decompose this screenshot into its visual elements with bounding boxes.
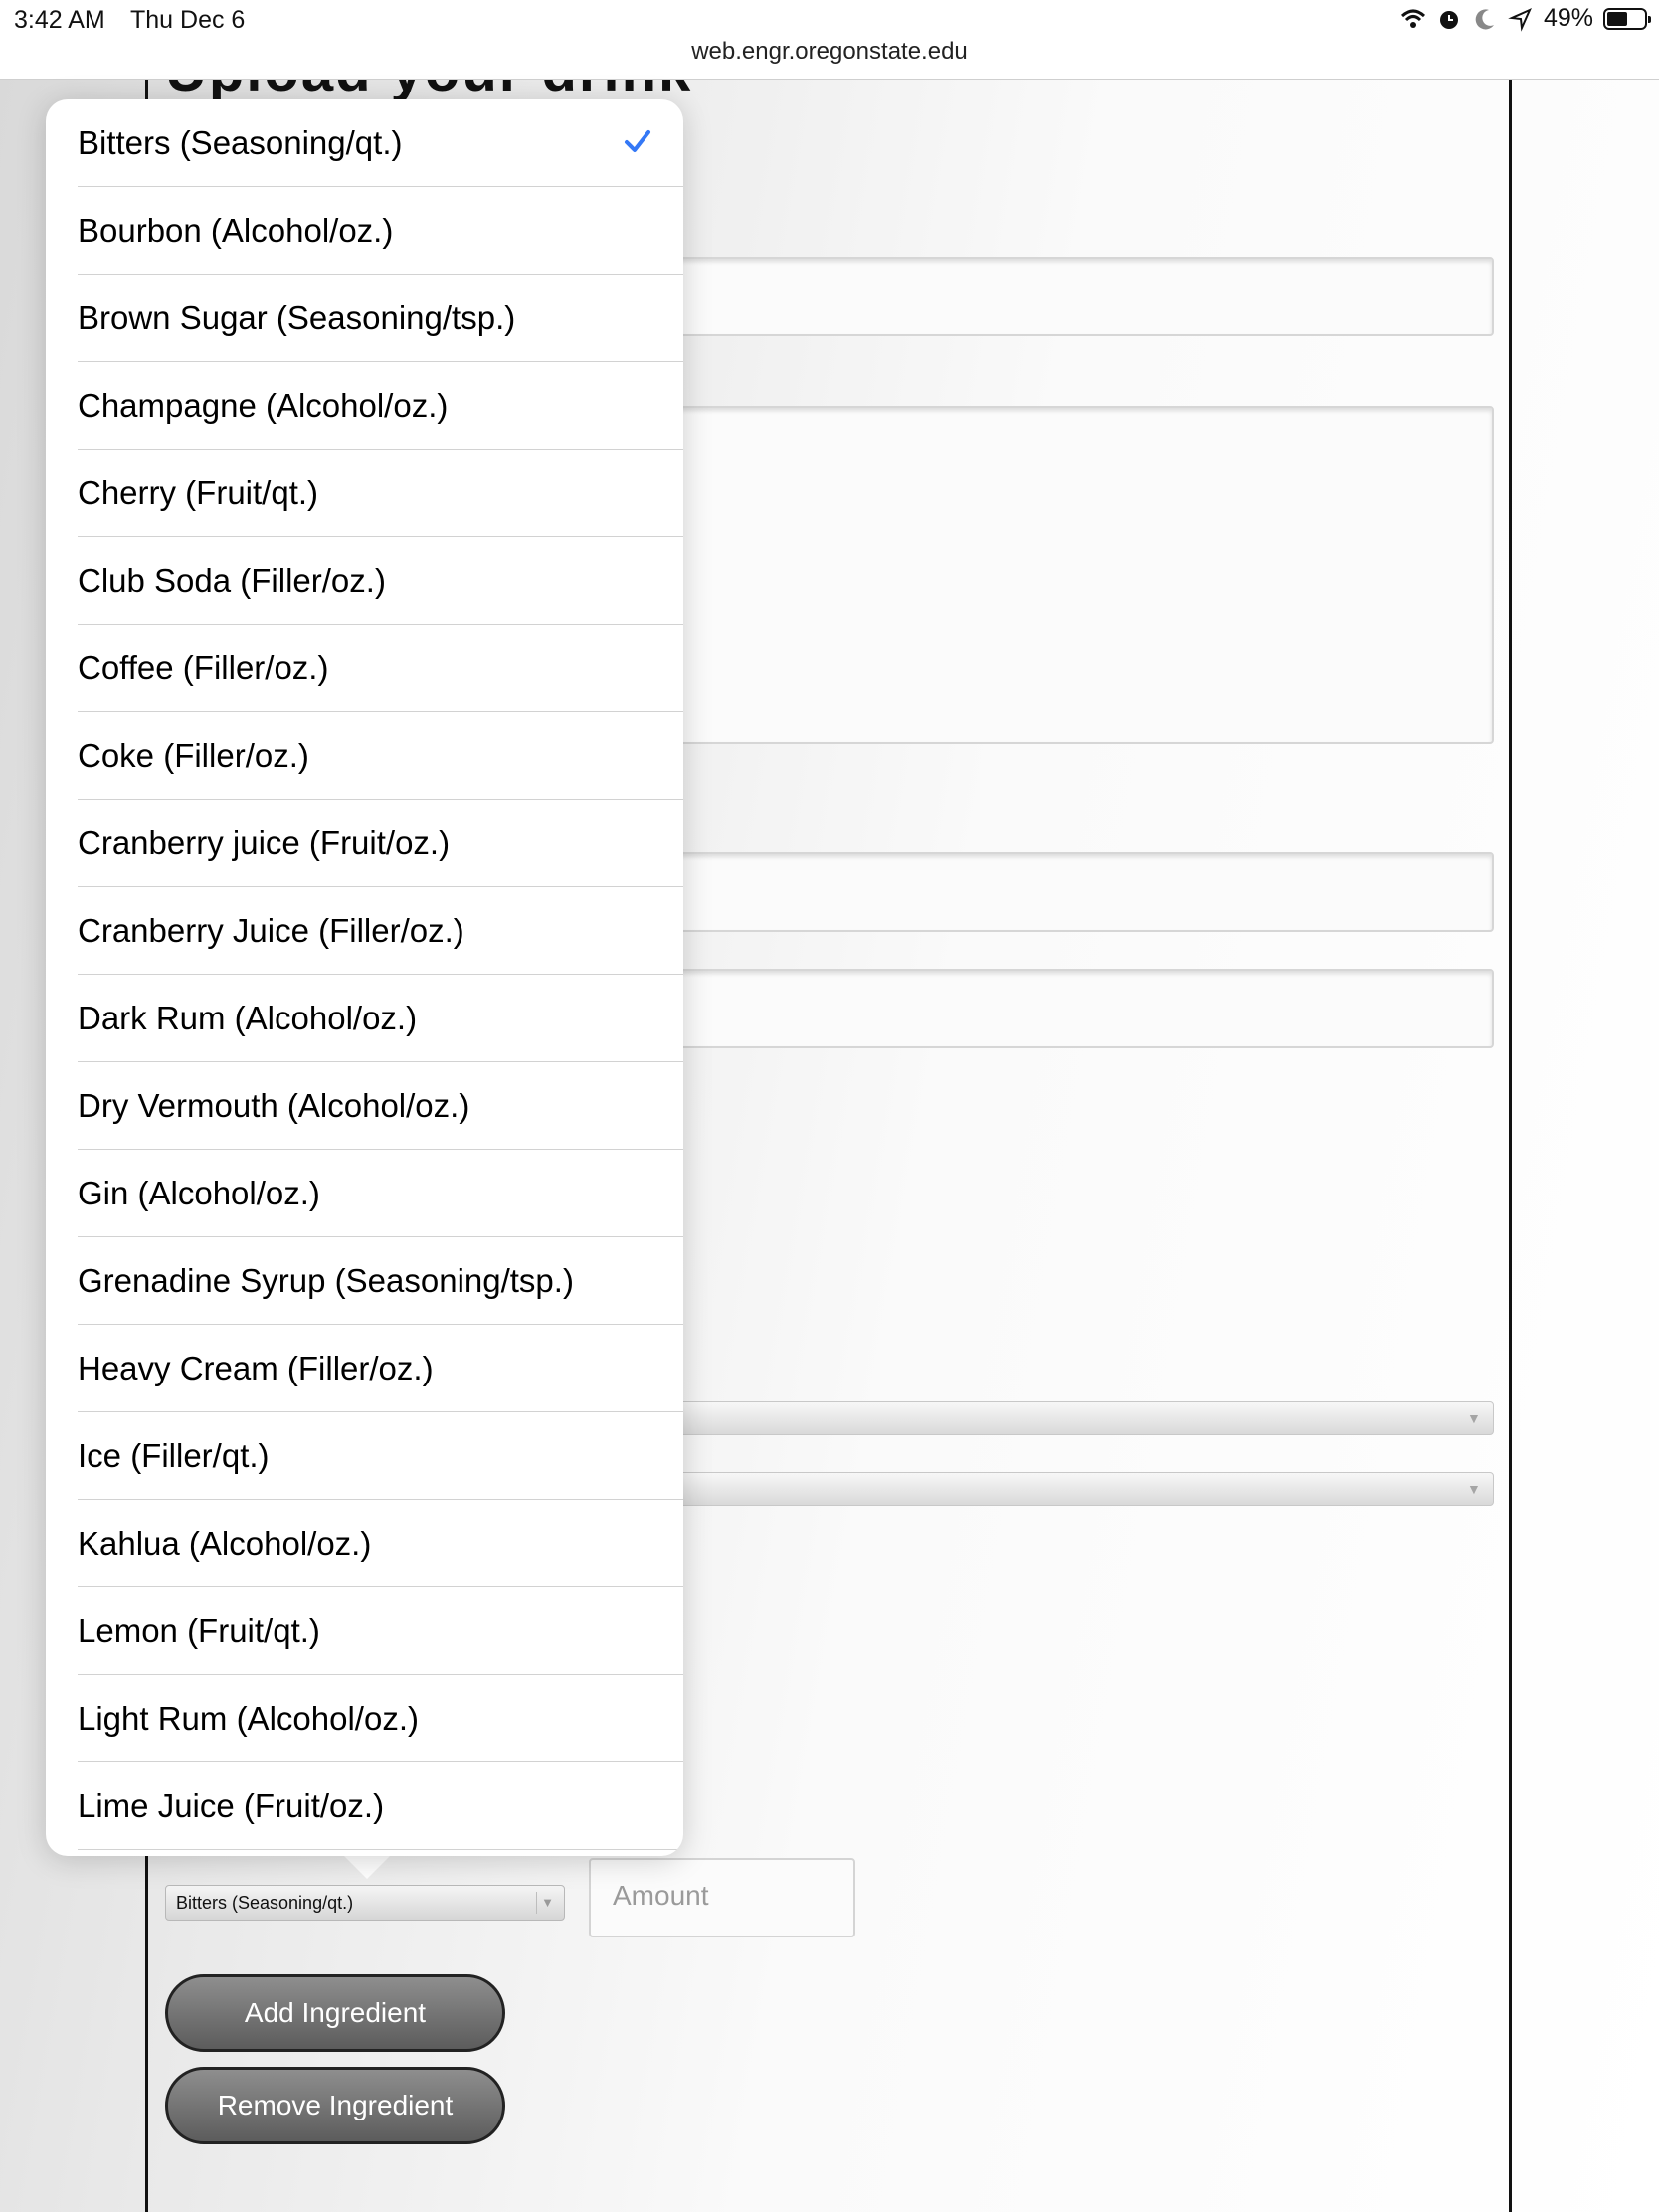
dropdown-option-label: Coffee (Filler/oz.): [78, 649, 329, 686]
dropdown-option-label: Cranberry juice (Fruit/oz.): [78, 825, 451, 861]
dropdown-option-label: Cherry (Fruit/qt.): [78, 474, 319, 511]
dropdown-option[interactable]: Cranberry Juice (Filler/oz.): [78, 887, 683, 975]
dropdown-option[interactable]: Dry Vermouth (Alcohol/oz.): [78, 1062, 683, 1150]
ingredient-select[interactable]: Bitters (Seasoning/qt.) ▼: [165, 1885, 565, 1921]
dropdown-option-label: Lime Juice (Fruit/oz.): [78, 1787, 385, 1824]
text-field-4[interactable]: [637, 969, 1494, 1048]
dropdown-option-label: Ice (Filler/qt.): [78, 1437, 270, 1474]
dropdown-option[interactable]: Kahlua (Alcohol/oz.): [78, 1500, 683, 1587]
dropdown-option[interactable]: Cranberry juice (Fruit/oz.): [78, 800, 683, 887]
moon-icon: [1475, 8, 1494, 29]
remove-ingredient-button[interactable]: Remove Ingredient: [165, 2067, 505, 2144]
dropdown-option[interactable]: Lemon (Fruit/qt.): [78, 1587, 683, 1675]
dropdown-option[interactable]: Light Rum (Alcohol/oz.): [78, 1675, 683, 1762]
battery-percent: 49%: [1543, 4, 1593, 32]
dropdown-option-label: Bitters (Seasoning/qt.): [78, 124, 403, 161]
text-field-3[interactable]: [637, 852, 1494, 932]
dropdown-option-label: Cranberry Juice (Filler/oz.): [78, 912, 464, 949]
dropdown-option[interactable]: Dark Rum (Alcohol/oz.): [78, 975, 683, 1062]
amount-input[interactable]: Amount: [589, 1858, 855, 1937]
name-field[interactable]: [637, 257, 1494, 336]
dropdown-option-label: Coke (Filler/oz.): [78, 737, 309, 774]
add-ingredient-button[interactable]: Add Ingredient: [165, 1974, 505, 2052]
status-icons: 49%: [1400, 4, 1651, 33]
dropdown-option-label: Club Soda (Filler/oz.): [78, 562, 386, 599]
dropdown-option-label: Champagne (Alcohol/oz.): [78, 387, 449, 424]
dropdown-option[interactable]: Brown Sugar (Seasoning/tsp.): [78, 275, 683, 362]
dropdown-option[interactable]: Champagne (Alcohol/oz.): [78, 362, 683, 450]
dropdown-option[interactable]: Bourbon (Alcohol/oz.): [78, 187, 683, 275]
dropdown-option[interactable]: Grenadine Syrup (Seasoning/tsp.): [78, 1237, 683, 1325]
description-field[interactable]: [637, 406, 1494, 744]
ingredient-select-value: Bitters (Seasoning/qt.): [176, 1893, 354, 1913]
dropdown-option[interactable]: Gin (Alcohol/oz.): [78, 1150, 683, 1237]
dropdown-option-label: Dry Vermouth (Alcohol/oz.): [78, 1087, 470, 1124]
select-1[interactable]: ▼: [637, 1401, 1494, 1435]
dropdown-option-label: Bourbon (Alcohol/oz.): [78, 212, 394, 249]
dropdown-option[interactable]: Club Soda (Filler/oz.): [78, 537, 683, 625]
status-bar: 3:42 AM Thu Dec 6 49%: [0, 0, 1659, 40]
url-text: web.engr.oregonstate.edu: [691, 38, 968, 65]
dropdown-option[interactable]: Cherry (Fruit/qt.): [78, 450, 683, 537]
ingredient-dropdown-popover: Bitters (Seasoning/qt.) Bourbon (Alcohol/…: [46, 99, 683, 1856]
dropdown-option-label: Gin (Alcohol/oz.): [78, 1175, 320, 1211]
amount-placeholder: Amount: [613, 1880, 709, 1911]
status-date: Thu Dec 6: [130, 6, 246, 34]
dropdown-option-label: Kahlua (Alcohol/oz.): [78, 1525, 372, 1562]
dropdown-option[interactable]: Ice (Filler/qt.): [78, 1412, 683, 1500]
url-bar[interactable]: web.engr.oregonstate.edu: [0, 38, 1659, 80]
dropdown-option-label: Lemon (Fruit/qt.): [78, 1612, 320, 1649]
chevron-down-icon: ▼: [536, 1892, 558, 1914]
chevron-down-icon: ▼: [1467, 1481, 1481, 1497]
status-time: 3:42 AM: [14, 6, 105, 34]
dropdown-option[interactable]: Heavy Cream (Filler/oz.): [78, 1325, 683, 1412]
dropdown-option[interactable]: Coffee (Filler/oz.): [78, 625, 683, 712]
dropdown-option[interactable]: Lime Juice (Fruit/oz.): [78, 1762, 683, 1850]
dropdown-option[interactable]: Coke (Filler/oz.): [78, 712, 683, 800]
dropdown-option-label: Grenadine Syrup (Seasoning/tsp.): [78, 1262, 574, 1299]
location-icon: [1508, 7, 1532, 32]
popover-arrow: [341, 1853, 393, 1879]
dropdown-option-label: Brown Sugar (Seasoning/tsp.): [78, 299, 516, 336]
content-frame-right-border: [1509, 80, 1512, 2212]
dropdown-option-label: Dark Rum (Alcohol/oz.): [78, 1000, 418, 1036]
dropdown-option-label: Light Rum (Alcohol/oz.): [78, 1700, 419, 1737]
wifi-icon: [1400, 9, 1425, 28]
dropdown-option[interactable]: Bitters (Seasoning/qt.): [78, 99, 683, 187]
alarm-icon: [1439, 10, 1458, 29]
chevron-down-icon: ▼: [1467, 1410, 1481, 1426]
checkmark-icon: [625, 130, 650, 152]
dropdown-options-list: Bitters (Seasoning/qt.) Bourbon (Alcohol/…: [46, 99, 683, 1850]
dropdown-option-label: Heavy Cream (Filler/oz.): [78, 1350, 434, 1386]
battery-icon: [1603, 7, 1651, 30]
select-2[interactable]: ▼: [637, 1472, 1494, 1506]
